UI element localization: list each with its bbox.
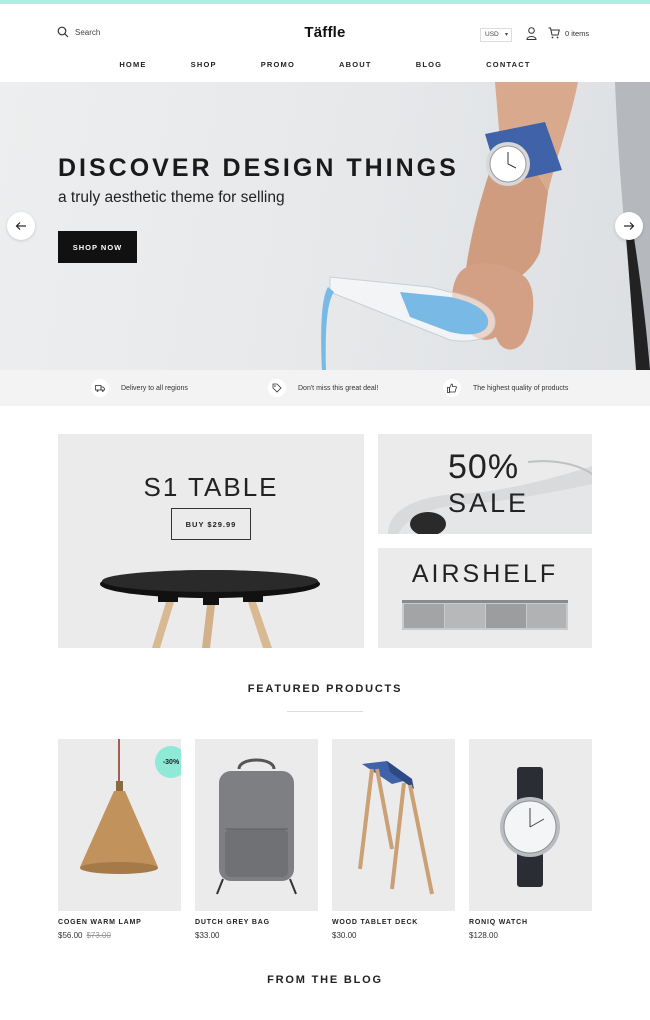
nav-contact[interactable]: CONTACT <box>486 60 531 69</box>
cart-count: 0 items <box>565 28 590 38</box>
promo-airshelf[interactable]: AIRSHELF <box>378 548 592 648</box>
arrow-left-icon <box>15 222 26 230</box>
promo-sale[interactable]: 50% SALE <box>378 434 592 534</box>
product-name[interactable]: WOOD TABLET DECK <box>332 919 455 926</box>
sale-percent: 50% <box>448 448 520 486</box>
tag-icon <box>268 379 286 397</box>
slider-next-button[interactable] <box>615 212 643 240</box>
backpack-image <box>216 758 297 895</box>
hero-title: DISCOVER DESIGN THINGS <box>58 154 459 182</box>
shop-now-button[interactable]: SHOP NOW <box>58 231 137 263</box>
promo-s1-title: S1 TABLE <box>143 472 279 502</box>
feature-text: Delivery to all regions <box>121 384 188 392</box>
old-price: $73.00 <box>86 931 111 940</box>
product-card[interactable]: -30% COGEN WARM LAMP $56.00 $73.00 <box>58 739 181 940</box>
current-price: $33.00 <box>195 931 220 940</box>
current-price: $56.00 <box>58 931 83 940</box>
product-price: $30.00 <box>332 931 455 940</box>
product-price: $33.00 <box>195 931 318 940</box>
current-price: $30.00 <box>332 931 357 940</box>
hero-slider: DISCOVER DESIGN THINGS a truly aesthetic… <box>0 82 650 370</box>
promo-airshelf-title: AIRSHELF <box>411 560 559 588</box>
blog-section-title: FROM THE BLOG <box>267 974 383 986</box>
features-strip: Delivery to all regions Don't miss this … <box>0 370 650 406</box>
side-table-image <box>100 570 320 648</box>
feature-text: Don't miss this great deal! <box>298 384 379 392</box>
sale-label: SALE <box>448 488 530 518</box>
feature-deal: Don't miss this great deal! <box>268 379 378 397</box>
feature-text: The highest quality of products <box>473 384 569 392</box>
buy-s1-button[interactable]: BUY $29.99 <box>171 508 251 540</box>
product-name[interactable]: COGEN WARM LAMP <box>58 919 181 926</box>
tablet-deck-image <box>358 761 434 895</box>
site-header: Search Täffle USD ▾ 0 items HOME SHOP PR… <box>0 4 650 82</box>
product-image[interactable] <box>195 739 318 911</box>
feature-delivery: Delivery to all regions <box>91 379 188 397</box>
product-name[interactable]: DUTCH GREY BAG <box>195 919 318 926</box>
cart-icon <box>548 27 560 39</box>
slider-prev-button[interactable] <box>7 212 35 240</box>
discount-badge: -30% <box>155 746 181 778</box>
main-nav: HOME SHOP PROMO ABOUT BLOG CONTACT <box>0 60 650 69</box>
product-card[interactable]: DUTCH GREY BAG $33.00 <box>195 739 318 940</box>
product-name[interactable]: RONIQ WATCH <box>469 919 592 926</box>
cart-button[interactable]: 0 items <box>548 27 589 39</box>
product-image[interactable] <box>332 739 455 911</box>
product-image[interactable]: -30% <box>58 739 181 911</box>
currency-value: USD <box>485 31 499 38</box>
product-price: $56.00 $73.00 <box>58 931 181 940</box>
nav-shop[interactable]: SHOP <box>191 60 217 69</box>
feature-quality: The highest quality of products <box>443 379 568 397</box>
chevron-down-icon: ▾ <box>504 32 508 38</box>
featured-products-title: FEATURED PRODUCTS <box>247 683 403 695</box>
truck-icon <box>91 379 109 397</box>
product-card[interactable]: RONIQ WATCH $128.00 <box>469 739 592 940</box>
hero-image <box>321 82 650 370</box>
user-icon[interactable] <box>526 27 537 40</box>
promo-s1-table[interactable]: S1 TABLE BUY $29.99 <box>58 434 364 648</box>
hero-subtitle: a truly aesthetic theme for selling <box>58 189 285 206</box>
product-image[interactable] <box>469 739 592 911</box>
section-divider <box>287 711 363 712</box>
product-price: $128.00 <box>469 931 592 940</box>
nav-promo[interactable]: PROMO <box>261 60 295 69</box>
watch-image <box>500 767 560 887</box>
current-price: $128.00 <box>469 931 498 940</box>
nav-blog[interactable]: BLOG <box>416 60 442 69</box>
product-card[interactable]: WOOD TABLET DECK $30.00 <box>332 739 455 940</box>
currency-select[interactable]: USD ▾ <box>480 28 512 42</box>
thumbs-up-icon <box>443 379 461 397</box>
nav-about[interactable]: ABOUT <box>339 60 372 69</box>
arrow-right-icon <box>624 222 635 230</box>
nav-home[interactable]: HOME <box>119 60 146 69</box>
